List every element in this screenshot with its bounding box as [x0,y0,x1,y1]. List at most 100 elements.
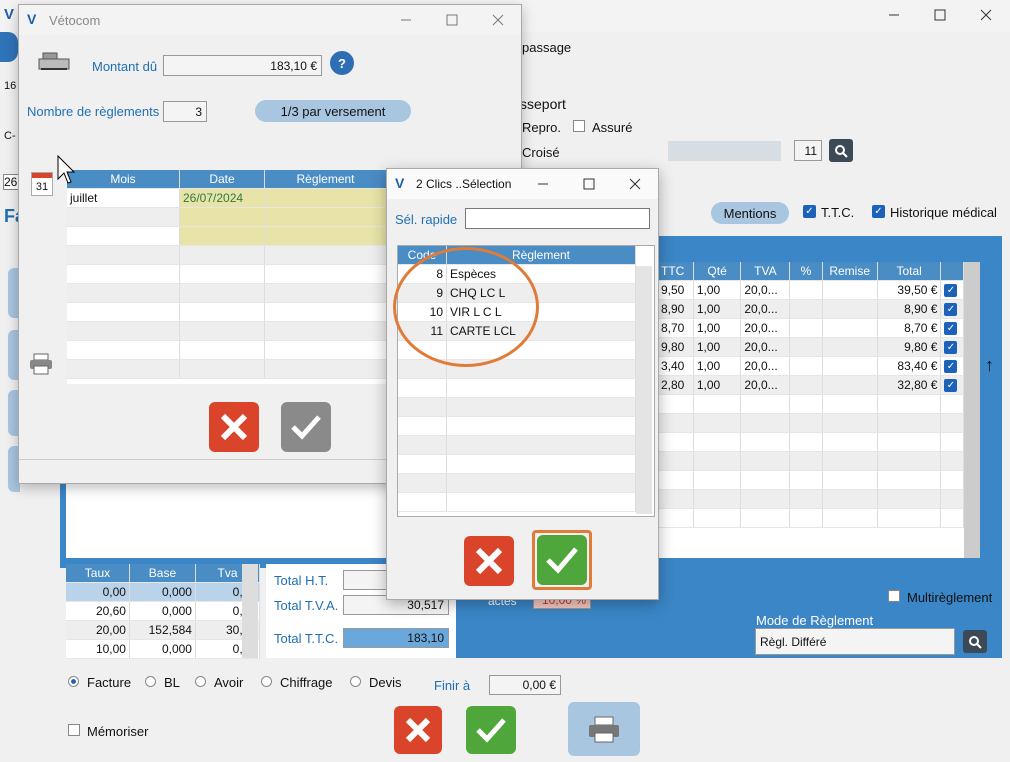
nb-reglements-field[interactable]: 3 [163,101,207,122]
table-row[interactable]: 0,000,0000,00 [66,582,261,602]
rapide-input[interactable] [465,208,650,229]
total-tva-label: Total T.V.A. [274,598,339,613]
vetocom-validate-button[interactable] [281,402,331,452]
selection-scrollbar[interactable] [636,266,652,514]
historique-label: Historique médical [890,205,997,220]
selection-close-button[interactable] [613,169,657,199]
croise-field[interactable]: 11 [794,140,822,161]
selection-validate-button[interactable] [537,535,587,585]
left-label-c: C- [4,130,16,142]
montant-field: 183,10 € [163,55,322,76]
croise-search-button[interactable] [829,139,853,162]
rapide-label: Sél. rapide [395,212,458,227]
table-row[interactable]: 8,70 1,00 20,0... 8,70 € ✓ [658,318,964,338]
radio-chiffrage[interactable] [261,676,272,687]
mode-search-button[interactable] [963,630,987,653]
main-validate-button[interactable] [466,706,516,754]
col-total: Total [877,262,942,281]
trash-icon[interactable]: 🗑 [638,248,652,262]
total-ttc-field: 183,10 [343,628,449,648]
mode-reglement-field[interactable]: Règl. Différé [755,628,955,655]
vetocom-close-button[interactable] [475,5,521,35]
selection-minimize-button[interactable] [521,169,565,199]
table-row[interactable]: 10,000,0000,00 [66,639,261,659]
printer-icon [589,716,619,743]
assure-checkbox[interactable] [573,120,585,132]
passeport-label: sseport [520,96,566,112]
close-icon [405,717,431,743]
lines-table: TTC Qté TVA % Remise Total 9,50 1,00 20,0.… [658,262,964,558]
selection-dialog: V 2 Clics ..Sélection Sél. rapide Code R… [386,168,659,600]
finir-a-field[interactable]: 0,00 € [489,675,561,695]
table-row[interactable]: 20,600,0000,00 [66,601,261,621]
table-row[interactable]: 9,80 1,00 20,0... 9,80 € ✓ [658,337,964,357]
radio-facture-label: Facture [87,675,132,690]
row-checkbox[interactable]: ✓ [944,378,958,392]
col-remise: Remise [822,262,878,281]
row-checkbox[interactable]: ✓ [944,302,958,316]
vetocom-print-icon[interactable] [29,353,53,378]
tax-scrollbar[interactable] [242,564,258,658]
ttc-checkbox[interactable]: ✓ [803,205,816,218]
total-ht-label: Total H.T. [274,573,329,588]
multireglement-label: Multirèglement [907,590,993,605]
repro-label: Repro. [522,120,562,135]
lines-scrollbar[interactable] [964,262,980,558]
col-mois: Mois [67,170,180,189]
row-checkbox[interactable]: ✓ [944,340,958,354]
total-ttc-label: Total T.T.C. [274,631,339,646]
vetocom-maximize-button[interactable] [429,5,475,35]
table-row[interactable]: juillet 26/07/2024 [67,188,387,208]
col-date: Date [179,170,265,189]
row-checkbox[interactable]: ✓ [944,283,958,297]
calendar-icon[interactable]: 31 [31,172,53,196]
radio-devis-label: Devis [369,675,402,690]
radio-facture[interactable] [68,676,79,687]
table-row[interactable]: 20,00 152,584 30,52 [66,620,261,640]
table-row[interactable]: 2,80 1,00 20,0... 32,80 € ✓ [658,375,964,395]
left-label-16: 16 [4,80,17,92]
croise-bar [668,141,781,161]
row-checkbox[interactable]: ✓ [944,359,958,373]
main-cancel-button[interactable] [394,706,442,754]
search-icon [969,635,982,649]
vetocom-title: Vétocom [49,13,101,28]
vetocom-minimize-button[interactable] [383,5,429,35]
main-maximize-button[interactable] [917,0,963,30]
main-app-icon: V [4,6,15,23]
main-print-button[interactable] [568,702,640,756]
selection-cancel-button[interactable] [464,536,514,586]
versement-button[interactable]: 1/3 par versement [255,100,411,122]
table-row[interactable]: 3,40 1,00 20,0... 83,40 € ✓ [658,356,964,376]
close-icon [475,547,503,575]
memoriser-label: Mémoriser [87,724,149,739]
multireglement-checkbox[interactable] [888,590,900,602]
vetocom-cancel-button[interactable] [209,402,259,452]
mouse-cursor-icon [57,154,76,188]
radio-avoir[interactable] [195,676,206,687]
check-icon [291,415,321,440]
main-minimize-button[interactable] [871,0,917,30]
radio-avoir-label: Avoir [214,675,244,690]
cash-register-icon [37,49,71,76]
selection-maximize-button[interactable] [567,169,611,199]
col-qte: Qté [693,262,742,281]
mentions-button[interactable]: Mentions [711,202,789,224]
assure-label: Assuré [592,120,633,135]
arrow-up-icon[interactable]: ↑ [985,355,994,376]
close-icon [220,413,248,441]
tax-table: Taux Base Tva 0,000,0000,00 20,600,0000,… [66,564,261,659]
table-row[interactable]: 9,50 1,00 20,0... 39,50 € ✓ [658,280,964,300]
total-ht-field [343,570,387,590]
table-row[interactable]: 8,90 1,00 20,0... 8,90 € ✓ [658,299,964,319]
main-close-button[interactable] [963,0,1009,30]
search-icon [835,144,848,158]
radio-bl[interactable] [145,676,156,687]
col-taux: Taux [66,564,130,583]
memoriser-checkbox[interactable] [68,724,80,736]
historique-checkbox[interactable]: ✓ [872,205,885,218]
radio-devis[interactable] [350,676,361,687]
selection-title: 2 Clics ..Sélection [416,177,512,191]
row-checkbox[interactable]: ✓ [944,321,958,335]
help-button[interactable]: ? [330,51,354,75]
